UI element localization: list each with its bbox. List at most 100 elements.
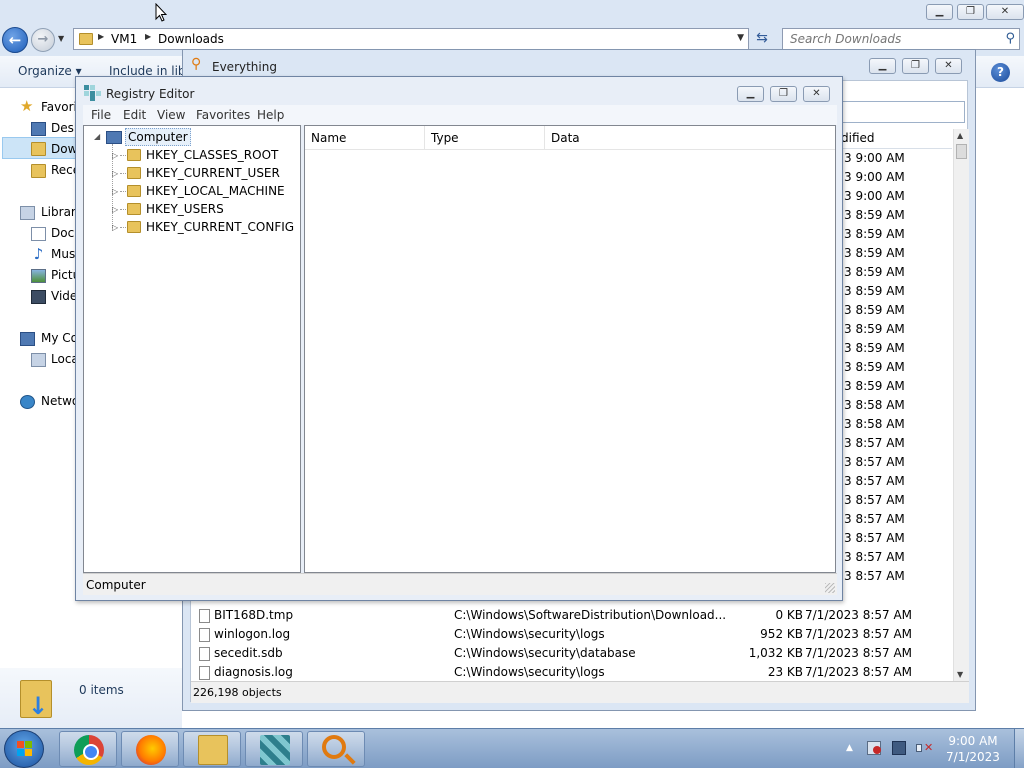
- scrollbar-thumb[interactable]: [956, 144, 967, 159]
- expand-icon[interactable]: ▷: [112, 205, 118, 214]
- menu-file[interactable]: File: [91, 108, 111, 122]
- current-key-path: Computer: [86, 578, 146, 592]
- collapse-icon[interactable]: ◢: [94, 132, 100, 141]
- column-data[interactable]: Data: [545, 126, 835, 150]
- file-icon: [199, 647, 210, 661]
- address-dropdown-icon[interactable]: ▼: [737, 33, 744, 43]
- column-type[interactable]: Type: [425, 126, 545, 150]
- show-hidden-icons-icon[interactable]: ▲: [846, 743, 853, 753]
- explorer-titlebar[interactable]: ▁ ❐ ✕: [0, 0, 1024, 24]
- file-icon: [199, 628, 210, 642]
- expand-icon[interactable]: ▷: [112, 169, 118, 178]
- everything-restore-button[interactable]: ❐: [902, 58, 929, 74]
- search-icon[interactable]: ⚲: [1005, 31, 1015, 46]
- explorer-minimize-button[interactable]: ▁: [926, 4, 953, 20]
- taskbar-firefox[interactable]: [121, 731, 179, 767]
- file-size: 952 KB: [760, 627, 803, 641]
- folder-icon: [127, 185, 141, 197]
- breadcrumb-downloads[interactable]: Downloads: [158, 32, 224, 46]
- tree-node-hkey-local-machine[interactable]: ▷ HKEY_LOCAL_MACHINE: [84, 182, 300, 200]
- nav-downloads[interactable]: Dow: [51, 142, 77, 156]
- nav-network[interactable]: Netwo: [41, 394, 79, 408]
- expand-icon[interactable]: ▷: [112, 187, 118, 196]
- file-row[interactable]: BIT168D.tmp C:\Windows\SoftwareDistributi…: [191, 606, 952, 625]
- scroll-up-icon[interactable]: ▲: [957, 131, 963, 140]
- taskbar-explorer[interactable]: [183, 731, 241, 767]
- tree-node-hkey-current-user[interactable]: ▷ HKEY_CURRENT_USER: [84, 164, 300, 182]
- taskbar-regedit[interactable]: [245, 731, 303, 767]
- file-date-modified: 3 8:59 AM: [844, 246, 905, 260]
- tree-node-label: HKEY_CLASSES_ROOT: [146, 148, 279, 162]
- chevron-right-icon[interactable]: ▶: [98, 32, 104, 41]
- everything-close-button[interactable]: ✕: [935, 58, 962, 74]
- column-name[interactable]: Name: [305, 126, 425, 150]
- everything-scrollbar[interactable]: ▲ ▼: [953, 129, 969, 681]
- file-date-modified: 3 8:59 AM: [844, 303, 905, 317]
- regedit-statusbar: Computer: [83, 573, 837, 595]
- details-pane: ↓ 0 items: [0, 668, 182, 728]
- file-size: 1,032 KB: [748, 646, 803, 660]
- organize-button[interactable]: Organize ▾: [18, 64, 82, 78]
- everything-minimize-button[interactable]: ▁: [869, 58, 896, 74]
- action-center-icon[interactable]: [867, 741, 881, 755]
- explorer-close-button[interactable]: ✕: [986, 4, 1024, 20]
- file-row[interactable]: diagnosis.log C:\Windows\security\logs 23 …: [191, 663, 952, 682]
- item-count: 0 items: [79, 683, 124, 697]
- menu-help[interactable]: Help: [257, 108, 284, 122]
- back-button[interactable]: ←: [2, 27, 28, 53]
- file-path: C:\Windows\security\database: [454, 646, 636, 660]
- explorer-restore-button[interactable]: ❐: [957, 4, 984, 20]
- file-name: diagnosis.log: [214, 665, 293, 679]
- tree-node-computer[interactable]: Computer: [125, 128, 191, 146]
- expand-icon[interactable]: ▷: [112, 151, 118, 160]
- column-date-modified[interactable]: dified: [841, 131, 875, 145]
- breadcrumb-vm1[interactable]: VM1: [111, 32, 137, 46]
- registry-editor-title: Registry Editor: [106, 87, 195, 101]
- file-path: C:\Windows\security\logs: [454, 665, 605, 679]
- file-date-modified: 3 9:00 AM: [844, 170, 905, 184]
- regedit-close-button[interactable]: ✕: [803, 86, 830, 102]
- registry-values-list[interactable]: Name Type Data: [304, 125, 836, 573]
- pictures-icon: [31, 269, 46, 283]
- network-tray-icon[interactable]: [892, 741, 906, 755]
- file-row[interactable]: secedit.sdb C:\Windows\security\database 1…: [191, 644, 952, 663]
- tree-node-hkey-users[interactable]: ▷ HKEY_USERS: [84, 200, 300, 218]
- volume-muted-icon[interactable]: ✕: [916, 741, 933, 755]
- menu-edit[interactable]: Edit: [123, 108, 146, 122]
- nav-computer[interactable]: My Co: [41, 331, 78, 345]
- menu-view[interactable]: View: [157, 108, 185, 122]
- help-icon[interactable]: ?: [991, 63, 1010, 82]
- tree-node-hkey-current-config[interactable]: ▷ HKEY_CURRENT_CONFIG: [84, 218, 300, 236]
- mouse-cursor-icon: [155, 3, 167, 22]
- clock-date: 7/1/2023: [946, 750, 1000, 764]
- scroll-down-icon[interactable]: ▼: [957, 670, 963, 679]
- refresh-icon[interactable]: ⇆: [752, 30, 772, 48]
- expand-icon[interactable]: ▷: [112, 223, 118, 232]
- regedit-minimize-button[interactable]: ▁: [737, 86, 764, 102]
- resize-grip[interactable]: [825, 583, 835, 593]
- tree-node-hkey-classes-root[interactable]: ▷ HKEY_CLASSES_ROOT: [84, 146, 300, 164]
- file-date-modified: 3 8:59 AM: [844, 284, 905, 298]
- folder-icon: [127, 149, 141, 161]
- nav-music[interactable]: Mus: [51, 247, 75, 261]
- search-box[interactable]: ⚲: [782, 28, 1020, 50]
- search-input[interactable]: [783, 29, 988, 49]
- show-desktop-button[interactable]: [1014, 729, 1024, 768]
- tree-node-label: HKEY_CURRENT_USER: [146, 166, 280, 180]
- chevron-right-icon[interactable]: ▶: [145, 32, 151, 41]
- music-icon: ♪: [33, 245, 44, 263]
- taskbar-everything[interactable]: [307, 731, 365, 767]
- address-bar[interactable]: ▶ VM1 ▶ Downloads ▼: [73, 28, 749, 50]
- regedit-maximize-button[interactable]: ❐: [770, 86, 797, 102]
- windows-logo-icon: [17, 741, 33, 757]
- nav-videos[interactable]: Vide: [51, 289, 77, 303]
- forward-button[interactable]: →: [31, 28, 55, 52]
- system-clock[interactable]: 9:00 AM 7/1/2023: [944, 733, 1002, 765]
- file-row[interactable]: winlogon.log C:\Windows\security\logs 952 …: [191, 625, 952, 644]
- start-button[interactable]: [4, 730, 44, 768]
- nav-libraries[interactable]: Librari: [41, 205, 79, 219]
- file-date-modified: 3 8:59 AM: [844, 265, 905, 279]
- menu-favorites[interactable]: Favorites: [196, 108, 250, 122]
- recent-pages-dropdown-icon[interactable]: ▼: [58, 34, 64, 43]
- taskbar-chrome[interactable]: [59, 731, 117, 767]
